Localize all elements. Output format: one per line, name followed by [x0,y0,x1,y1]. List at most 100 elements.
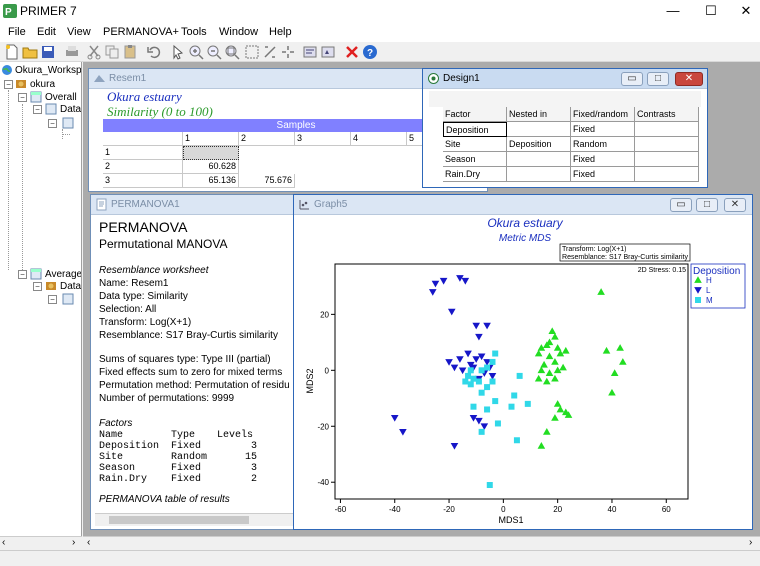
grid-col-header[interactable]: 4 [351,132,407,146]
design-cell[interactable]: Season [443,152,507,167]
design-cell[interactable] [635,122,699,137]
menu-file[interactable]: File [8,26,26,38]
copy-icon[interactable] [104,44,120,60]
minimize-button[interactable]: ▭ [621,72,643,86]
tree-collapse-toggle[interactable]: − [4,80,13,89]
tree-collapse-toggle[interactable]: − [48,295,57,304]
grid-row-header[interactable]: 2 [103,160,183,174]
minimize-button[interactable]: ▭ [670,198,692,212]
main-horizontal-scrollbar[interactable]: ‹ › [83,536,760,550]
menu-help[interactable]: Help [269,26,292,38]
tree-connector [22,104,23,270]
tree-collapse-toggle[interactable]: − [33,282,42,291]
design-cell[interactable] [507,167,571,182]
zoom-box-icon[interactable] [224,44,240,60]
flip-icon[interactable] [262,44,278,60]
design-cell[interactable] [507,122,571,137]
tree-item-average[interactable]: Average [45,269,81,280]
grid-col-header[interactable]: 2 [239,132,295,146]
grid-row-header[interactable]: 1 [103,146,183,160]
design-cell[interactable] [635,167,699,182]
design-cell[interactable]: Rain.Dry [443,167,507,182]
design-cell[interactable]: Random [571,137,635,152]
grid-cell[interactable]: 60.628 [183,160,239,174]
design-cell-selected[interactable]: Deposition [443,122,507,137]
tree-item-data[interactable]: Data [60,104,81,115]
design-cell[interactable]: Site [443,137,507,152]
graph-title-bar[interactable]: Graph5 ▭ □ ✕ [294,195,752,215]
point-m [462,378,469,385]
print-icon[interactable] [64,44,80,60]
pointer-icon[interactable] [170,44,186,60]
open-folder-icon[interactable] [22,44,38,60]
permanova-title-bar[interactable]: PERMANOVA1 [91,195,301,215]
design-cell[interactable] [635,152,699,167]
menu-tools[interactable]: Tools [181,26,207,38]
design-cell[interactable]: Fixed [571,122,635,137]
status-bar [0,550,760,566]
minimize-button[interactable]: — [656,0,690,22]
tree-collapse-toggle[interactable]: − [48,119,57,128]
grid-cell[interactable]: 65.136 [183,174,239,188]
tree-collapse-toggle[interactable]: − [18,93,27,102]
tree-collapse-toggle[interactable]: − [33,105,42,114]
rotate-icon[interactable] [280,44,296,60]
design-cell[interactable]: Fixed [571,152,635,167]
permanova-window[interactable]: PERMANOVA1 PERMANOVA Permutational MANOV… [90,194,302,530]
help-icon[interactable]: ? [362,44,378,60]
design-title-bar[interactable]: Design1 ▭ □ ✕ [423,69,707,89]
grid-col-header[interactable]: 1 [183,132,239,146]
scroll-right-icon[interactable]: › [72,537,75,548]
grid-row-header[interactable]: 3 [103,174,183,188]
menu-view[interactable]: View [67,26,91,38]
grid-cell[interactable]: 75.676 [239,174,295,188]
menu-window[interactable]: Window [219,26,258,38]
scrollbar-thumb[interactable] [109,516,249,524]
design-window[interactable]: Design1 ▭ □ ✕ Factor Nested in Fixed/ran… [422,68,708,188]
grid-col-header[interactable]: 3 [295,132,351,146]
grid-cell-selected[interactable] [183,146,239,160]
maximize-button[interactable]: □ [696,198,718,212]
point-m [484,384,491,391]
sample-labels-icon[interactable] [302,44,318,60]
point-m [478,367,485,374]
mds-plot[interactable]: Okura estuary Metric MDS Transform: Log(… [294,215,752,529]
maximize-button[interactable]: ☐ [694,0,728,22]
scroll-left-icon[interactable]: ‹ [87,537,90,548]
close-button[interactable]: ✕ [729,0,760,22]
tree-item-workspace[interactable]: Okura_Workspa [15,65,81,76]
point-m [486,482,493,489]
tree-item-overall[interactable]: Overall [45,92,77,103]
select-box-icon[interactable] [244,44,260,60]
graph-window[interactable]: Graph5 ▭ □ ✕ Okura estuary Metric MDS Tr… [293,194,753,530]
new-file-icon[interactable] [4,44,20,60]
paste-icon[interactable] [122,44,138,60]
factor-type: Fixed [171,441,202,452]
maximize-button[interactable]: □ [647,72,669,86]
design-cell[interactable] [507,152,571,167]
menu-permanova[interactable]: PERMANOVA+ [103,26,179,38]
zoom-out-icon[interactable] [206,44,222,60]
symbols-icon[interactable] [320,44,336,60]
menu-edit[interactable]: Edit [37,26,56,38]
tree-connector [62,134,70,135]
scroll-left-icon[interactable]: ‹ [2,537,5,548]
tree-collapse-toggle[interactable]: − [18,270,27,279]
delete-icon[interactable] [344,44,360,60]
close-button[interactable]: ✕ [675,72,703,86]
zoom-in-icon[interactable] [188,44,204,60]
permanova-horizontal-scrollbar[interactable] [95,513,299,526]
undo-icon[interactable] [146,44,162,60]
design-cell[interactable]: Deposition [507,137,571,152]
tree-horizontal-scrollbar[interactable]: ‹ › [0,536,82,550]
graph-window-title: Graph5 [314,199,348,210]
design-cell[interactable]: Fixed [571,167,635,182]
close-button[interactable]: ✕ [724,198,746,212]
save-icon[interactable] [40,44,56,60]
scroll-right-icon[interactable]: › [749,537,752,548]
cut-icon[interactable] [86,44,102,60]
resem-window-title: Resem1 [109,73,147,84]
tree-item-average-data[interactable]: Data [60,281,81,292]
tree-item-okura[interactable]: okura [30,79,55,90]
design-cell[interactable] [635,137,699,152]
